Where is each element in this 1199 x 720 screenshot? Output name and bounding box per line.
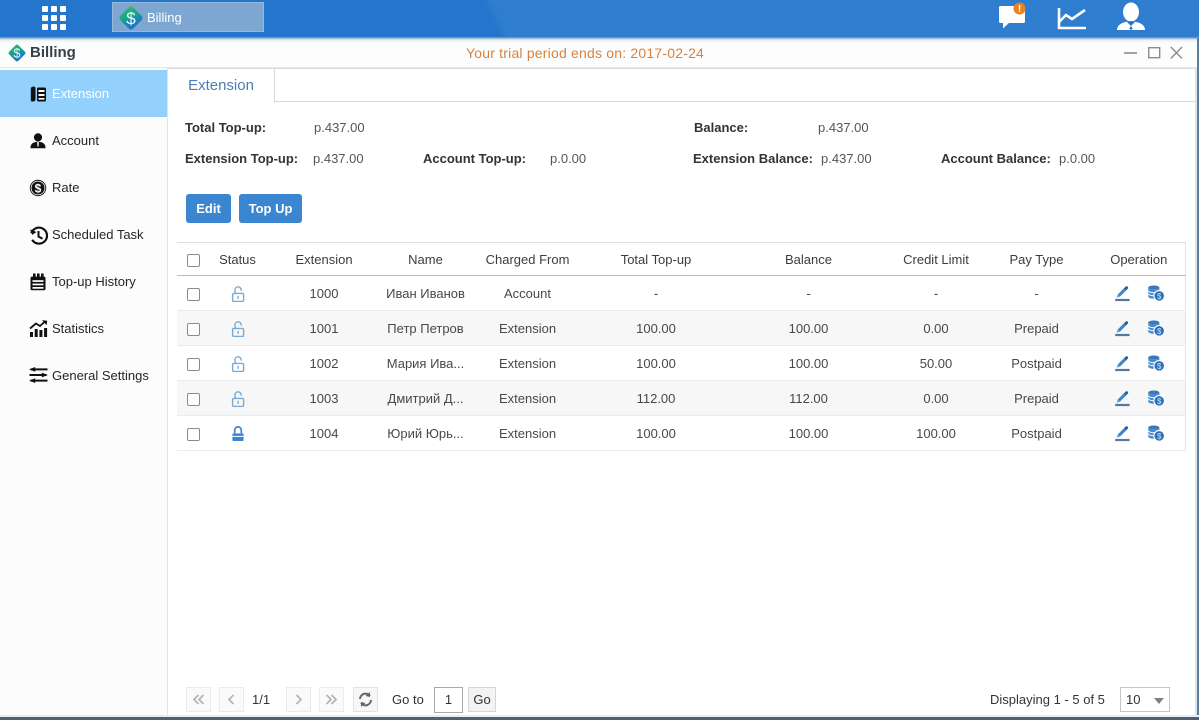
- svg-text:$: $: [1157, 362, 1162, 371]
- svg-text:$: $: [1157, 327, 1162, 336]
- svg-text:$: $: [1157, 292, 1162, 301]
- svg-text:$: $: [1157, 397, 1162, 406]
- svg-text:$: $: [126, 9, 136, 28]
- svg-text:!: !: [1018, 4, 1021, 15]
- svg-text:$: $: [1157, 432, 1162, 441]
- svg-text:$: $: [35, 181, 42, 195]
- svg-text:$: $: [14, 47, 21, 61]
